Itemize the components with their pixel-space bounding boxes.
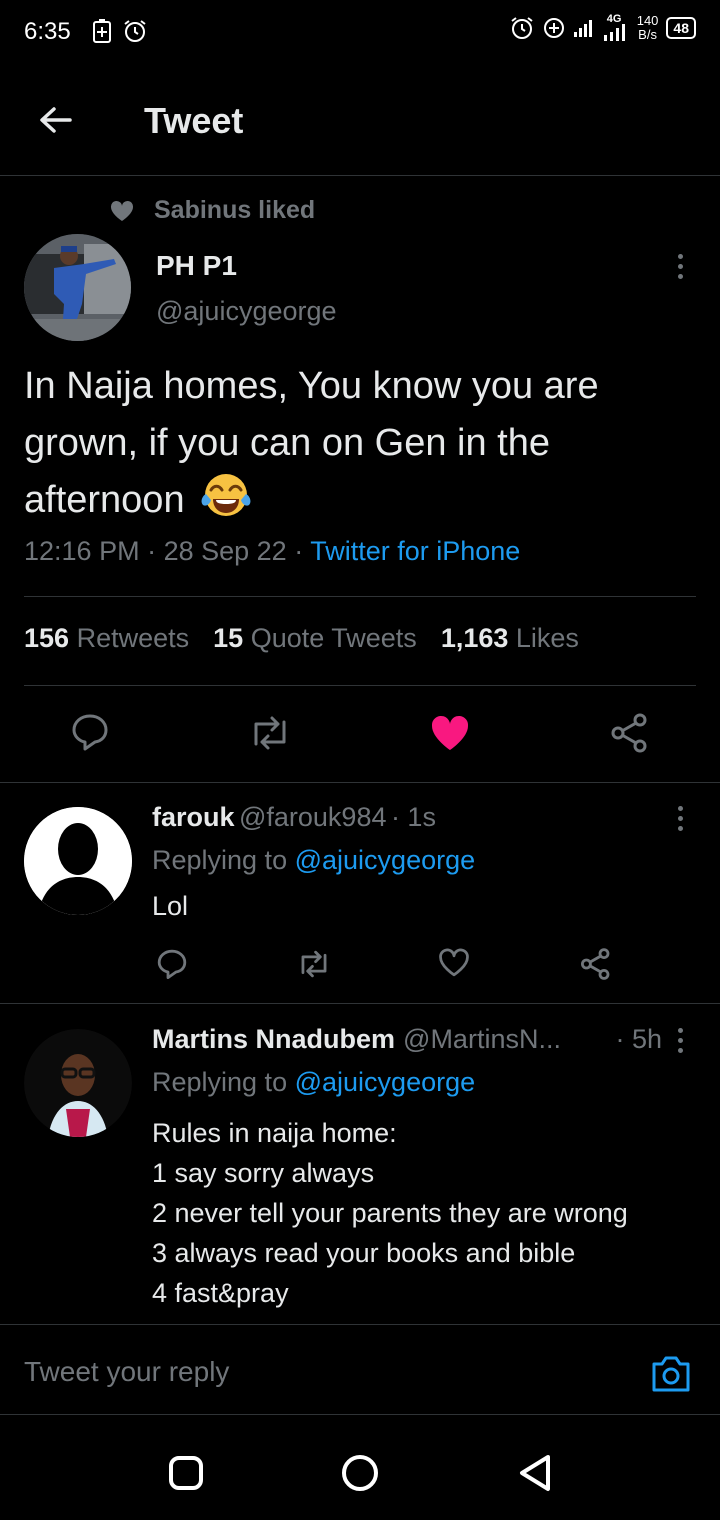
reply-input[interactable]: Tweet your reply [24, 1356, 229, 1388]
status-time: 6:35 [24, 18, 71, 45]
signal-icon [573, 20, 592, 37]
reply-line: 1 say sorry always [152, 1158, 375, 1188]
alarm-icon [511, 17, 533, 39]
tweet-stats: 156 Retweets 15 Quote Tweets 1,163 Likes [24, 623, 579, 654]
divider [24, 685, 696, 686]
reply-line: Rules in naija home: [152, 1118, 397, 1148]
reply-line: 3 always read your books and bible [152, 1238, 576, 1268]
reply-time: · 1s [390, 802, 436, 832]
tweet-time: 12:16 PM [24, 536, 140, 566]
share-icon[interactable] [610, 712, 650, 754]
reply-author-handle[interactable]: @farouk984 [239, 802, 387, 832]
home-icon[interactable] [340, 1453, 380, 1493]
more-options-icon[interactable] [676, 1028, 684, 1053]
status-bar: 6:35 4G 140 B/s 48 [0, 0, 720, 66]
signal-4g-icon: 4G [603, 13, 629, 41]
battery-indicator: 48 [666, 17, 696, 39]
likes-stat[interactable]: 1,163 Likes [441, 623, 579, 654]
tweet-actions [0, 712, 720, 760]
replying-to-handle[interactable]: @ajuicygeorge [295, 1067, 476, 1097]
retweet-icon[interactable] [296, 949, 332, 979]
reply-line: 2 never tell your parents they are wrong [152, 1198, 628, 1228]
reply-avatar[interactable] [24, 807, 132, 915]
share-icon[interactable] [580, 947, 612, 981]
divider [24, 596, 696, 597]
reply-time: · 5h [615, 1024, 662, 1054]
reply-text: Rules in naija home: 1 say sorry always … [152, 1113, 628, 1313]
emoji-tears-of-joy-icon [201, 472, 251, 537]
back-nav-icon[interactable] [516, 1453, 554, 1493]
social-context-text: Sabinus liked [154, 196, 316, 224]
tweet-source-link[interactable]: Twitter for iPhone [310, 536, 520, 566]
reply-author-name[interactable]: farouk [152, 802, 235, 832]
quote-tweets-stat[interactable]: 15 Quote Tweets [213, 623, 417, 654]
camera-icon[interactable] [650, 1354, 692, 1394]
heart-icon [110, 200, 134, 221]
divider [0, 1003, 720, 1004]
tweet-text: In Naija homes, You know you are grown, … [24, 358, 694, 537]
back-arrow-icon[interactable] [36, 100, 76, 140]
like-icon-filled[interactable] [430, 714, 470, 752]
reply-line: 4 fast&pray [152, 1278, 289, 1308]
reply-text: Lol [152, 891, 189, 921]
more-options-icon[interactable] [676, 806, 684, 831]
tweet-body: In Naija homes, You know you are grown, … [24, 365, 599, 521]
status-left-icons [92, 18, 148, 44]
alarm-icon [124, 20, 146, 42]
retweet-icon[interactable] [248, 714, 292, 752]
author-handle[interactable]: @ajuicygeorge [156, 296, 337, 327]
replying-to: Replying to @ajuicygeorge [152, 845, 476, 875]
reply-avatar[interactable] [24, 1029, 132, 1137]
replying-to: Replying to @ajuicygeorge [152, 1067, 476, 1097]
tweet-meta: 12:16 PM · 28 Sep 22 · Twitter for iPhon… [24, 536, 521, 566]
reply-header: Martins Nnadubem @MartinsN... · 5h [152, 1024, 662, 1055]
tweet-date: 28 Sep 22 [163, 536, 287, 566]
replying-to-handle[interactable]: @ajuicygeorge [295, 845, 476, 875]
like-icon[interactable] [438, 948, 470, 978]
reply-author-name[interactable]: Martins Nnadubem [152, 1024, 395, 1055]
more-options-icon[interactable] [676, 254, 684, 279]
system-nav-bar [0, 1414, 720, 1520]
retweets-stat[interactable]: 156 Retweets [24, 623, 189, 654]
author-avatar[interactable] [24, 234, 131, 341]
top-app-bar: Tweet [0, 66, 720, 176]
reply-icon[interactable] [70, 712, 110, 752]
author-name[interactable]: PH P1 [156, 250, 237, 282]
data-saver-icon [543, 18, 564, 38]
divider [0, 782, 720, 783]
network-speed: 140 B/s [636, 13, 659, 42]
reply-icon[interactable] [156, 948, 188, 980]
status-right-icons: 4G 140 B/s 48 [509, 13, 696, 42]
recents-icon[interactable] [168, 1455, 204, 1491]
reply-header: farouk @farouk984 · 1s [152, 802, 436, 833]
social-context[interactable]: Sabinus liked [110, 196, 315, 225]
reply-author-handle[interactable]: @MartinsN... [403, 1024, 561, 1055]
page-title: Tweet [144, 100, 244, 141]
battery-saver-icon [93, 19, 111, 43]
